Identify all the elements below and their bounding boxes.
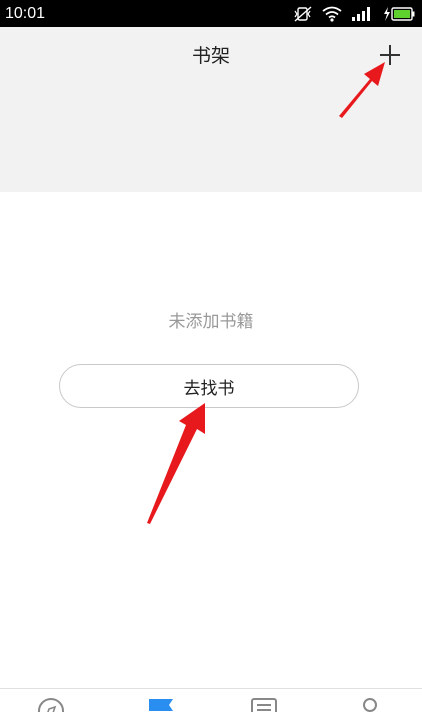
page-title: 书架 bbox=[191, 45, 230, 67]
find-books-button[interactable]: 去找书 bbox=[59, 364, 359, 408]
bookshelf-icon bbox=[142, 696, 182, 712]
annotation-arrow-bottom bbox=[147, 403, 205, 524]
add-book-button[interactable] bbox=[374, 41, 406, 73]
plus-icon bbox=[379, 44, 401, 70]
signal-icon bbox=[351, 6, 373, 22]
nav-item-profile[interactable] bbox=[350, 696, 390, 712]
list-icon bbox=[244, 696, 284, 712]
vibrate-off-icon bbox=[293, 5, 313, 22]
status-icons bbox=[293, 4, 416, 23]
nav-item-list[interactable] bbox=[244, 696, 284, 712]
bottom-nav bbox=[0, 688, 422, 712]
empty-shelf-message: 未添加书籍 bbox=[168, 312, 254, 332]
nav-item-bookshelf[interactable] bbox=[142, 696, 182, 712]
status-bar: 10:01 bbox=[0, 0, 422, 27]
nav-item-discover[interactable] bbox=[31, 696, 71, 712]
compass-icon bbox=[31, 696, 71, 712]
profile-icon bbox=[350, 696, 390, 712]
battery-charging-icon bbox=[382, 6, 416, 22]
wifi-icon bbox=[322, 6, 342, 22]
status-time: 10:01 bbox=[5, 5, 46, 22]
header: 书架 bbox=[0, 27, 422, 192]
